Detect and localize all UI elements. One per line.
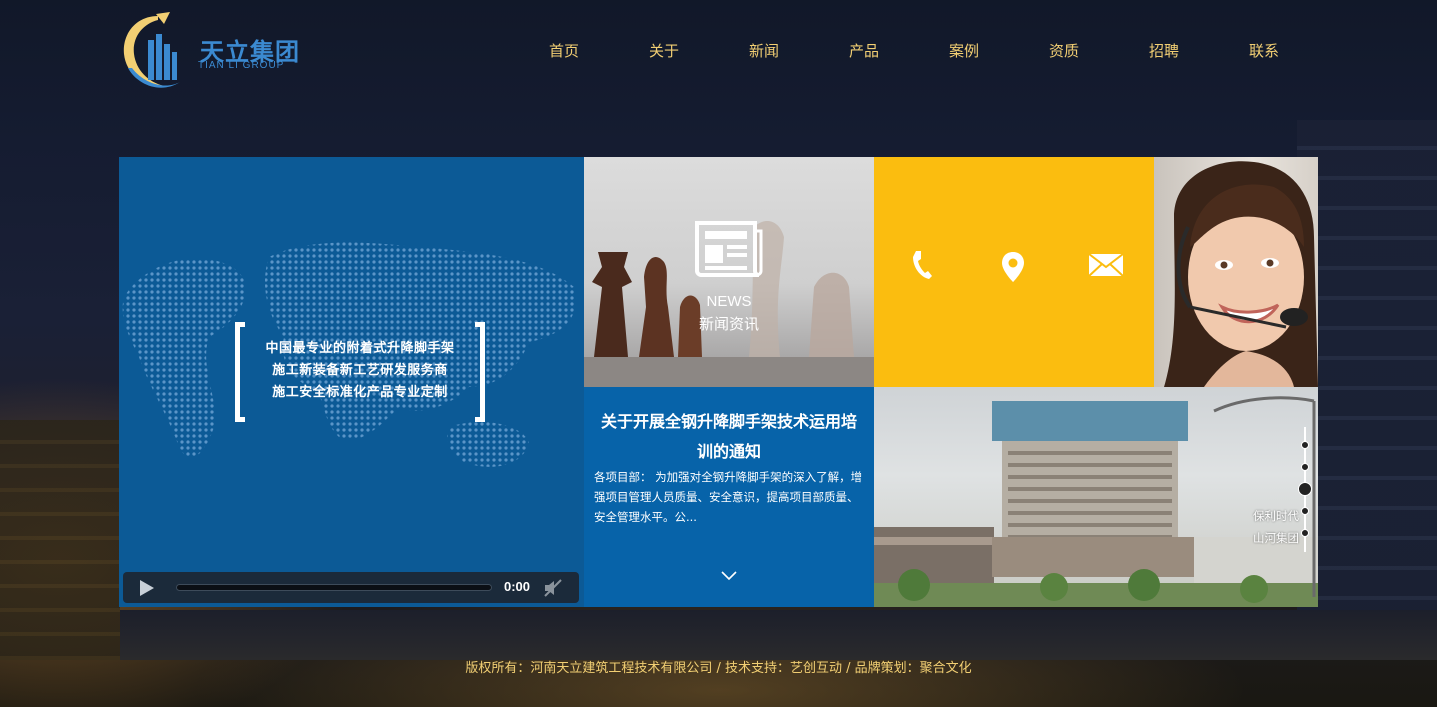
- case-building-image: [874, 396, 1318, 607]
- slogan-bracket-right: [475, 322, 485, 422]
- nav-item-news[interactable]: 新闻: [714, 40, 814, 61]
- nav-item-products[interactable]: 产品: [814, 40, 914, 61]
- nav-item-home[interactable]: 首页: [514, 40, 614, 61]
- news-banner-tile[interactable]: NEWS 新闻资讯: [584, 157, 874, 387]
- news-label-cn: 新闻资讯: [698, 315, 759, 333]
- case-slider[interactable]: 保利时代 山河集团: [874, 387, 1318, 607]
- customer-service-photo: [1154, 157, 1318, 387]
- mute-icon[interactable]: [543, 578, 563, 598]
- slogan-line-2: 施工新装备新工艺研发服务商: [272, 363, 448, 378]
- news-label-en: NEWS: [706, 293, 752, 310]
- slider-dot[interactable]: [1301, 507, 1309, 515]
- slogan-bracket-left: [235, 322, 245, 422]
- slider-labels: 保利时代 山河集团: [1253, 505, 1299, 549]
- slider-dot[interactable]: [1301, 441, 1309, 449]
- phone-icon[interactable]: [910, 249, 934, 281]
- slide-label-shanhe-group[interactable]: 山河集团: [1253, 527, 1299, 549]
- main-nav: 首页 关于 新闻 产品 案例 资质 招聘 联系: [514, 40, 1314, 61]
- background-building-left: [0, 420, 120, 660]
- nav-item-cases[interactable]: 案例: [914, 40, 1014, 61]
- news-summary: 各项目部： 为加强对全钢升降脚手架的深入了解，增强项目管理人员质量、安全意识，提…: [594, 470, 863, 524]
- background-terrace: [120, 610, 1437, 660]
- logo-emblem-icon: [123, 12, 180, 88]
- operator-image: [1164, 161, 1318, 387]
- intro-video[interactable]: 中国最专业的附着式升降脚手架 施工新装备新工艺研发服务商 施工安全标准化产品专业…: [119, 157, 584, 607]
- nav-item-careers[interactable]: 招聘: [1114, 40, 1214, 61]
- slogan-line-1: 中国最专业的附着式升降脚手架: [265, 341, 455, 356]
- site-footer: 版权所有：河南天立建筑工程技术有限公司 / 技术支持：艺创互动 / 品牌策划：聚…: [465, 661, 972, 676]
- background-building-right: [1297, 120, 1437, 640]
- news-article-tile: 关于开展全钢升降脚手架技术运用培训的通知 各项目部： 为加强对全钢升降脚手架的深…: [584, 387, 874, 607]
- site-header: 天立集团 TIAN LI GROUP 首页 关于 新闻 产品 案例 资质 招聘 …: [0, 0, 1437, 110]
- slider-dot[interactable]: [1301, 463, 1309, 471]
- site-logo[interactable]: 天立集团 TIAN LI GROUP: [118, 10, 308, 92]
- video-time: 0:00: [504, 579, 531, 594]
- nav-item-contact[interactable]: 联系: [1214, 40, 1314, 61]
- slogan-text: 中国最专业的附着式升降脚手架 施工新装备新工艺研发服务商 施工安全标准化产品专业…: [253, 338, 467, 404]
- nav-item-about[interactable]: 关于: [614, 40, 714, 61]
- home-tile-grid: 中国最专业的附着式升降脚手架 施工新装备新工艺研发服务商 施工安全标准化产品专业…: [119, 157, 1318, 607]
- video-progress-bar[interactable]: [176, 584, 492, 591]
- slider-dot[interactable]: [1301, 529, 1309, 537]
- slogan-frame: 中国最专业的附着式升降脚手架 施工新装备新工艺研发服务商 施工安全标准化产品专业…: [235, 322, 485, 422]
- slogan-line-3: 施工安全标准化产品专业定制: [272, 385, 448, 400]
- video-controls: 0:00: [123, 572, 579, 603]
- nav-item-qualifications[interactable]: 资质: [1014, 40, 1114, 61]
- contact-tile: [874, 157, 1154, 387]
- play-icon[interactable]: [139, 579, 155, 597]
- slide-label-poly-times[interactable]: 保利时代: [1253, 505, 1299, 527]
- slider-dot-active[interactable]: [1298, 482, 1312, 496]
- logo-subtitle: TIAN LI GROUP: [198, 60, 285, 71]
- newspaper-icon: [695, 221, 763, 277]
- mail-icon[interactable]: [1088, 253, 1124, 277]
- news-headline[interactable]: 关于开展全钢升降脚手架技术运用培训的通知: [596, 407, 862, 467]
- chevron-down-icon[interactable]: [721, 571, 737, 581]
- location-icon[interactable]: [1001, 251, 1025, 283]
